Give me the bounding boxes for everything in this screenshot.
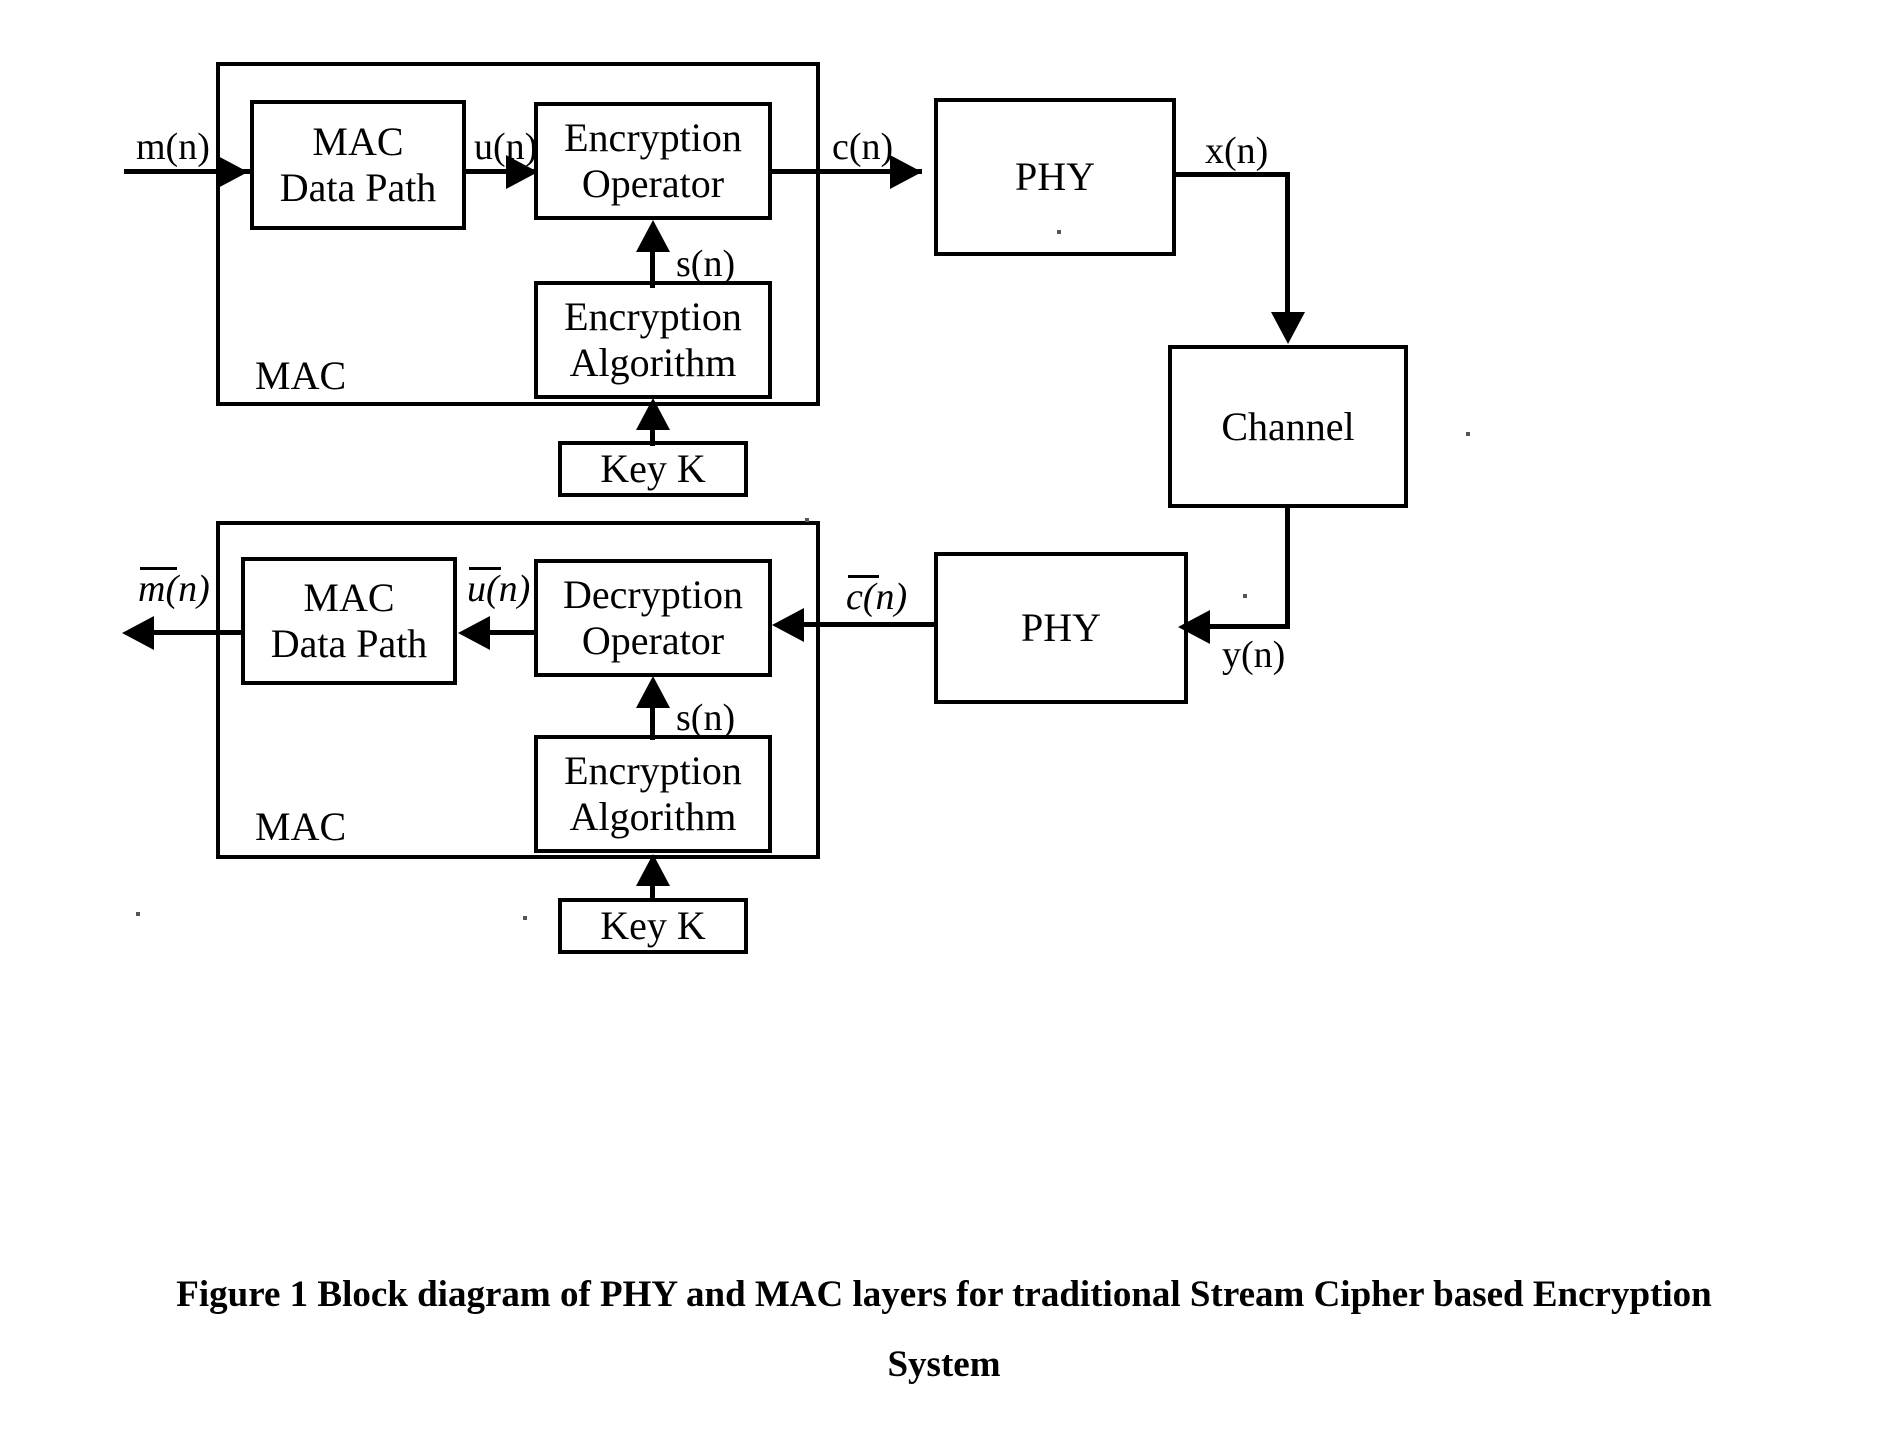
rx-encryption-algorithm-label: Encryption Algorithm	[564, 748, 742, 839]
tx-key-label: Key K	[600, 446, 706, 491]
rx-phy-box[interactable]: PHY	[934, 552, 1188, 704]
channel-label: Channel	[1221, 403, 1355, 449]
rx-c-line	[790, 622, 936, 627]
tx-key-arrowhead	[636, 398, 670, 430]
rx-signal-m-label: m(n)	[138, 567, 210, 610]
tx-signal-x-label: x(n)	[1205, 130, 1269, 172]
rx-mac-data-path-label: MAC Data Path	[270, 575, 428, 666]
rx-signal-u-label: u(n)	[467, 567, 531, 610]
tx-input-arrowhead	[216, 155, 248, 189]
tx-mac-data-path-box[interactable]: MAC Data Path	[250, 100, 466, 230]
rx-decryption-operator-label: Decryption Operator	[563, 572, 743, 663]
scan-speck	[523, 916, 527, 920]
rx-signal-c-label: c(n)	[846, 575, 908, 618]
rx-mac-data-path-box[interactable]: MAC Data Path	[241, 557, 457, 685]
rx-phy-label: PHY	[1020, 605, 1102, 650]
rx-signal-m-text: m(n)	[138, 567, 210, 610]
tx-encryption-operator-box[interactable]: Encryption Operator	[534, 102, 772, 220]
rx-c-arrowhead	[772, 608, 804, 642]
rx-signal-u-text: u(n)	[467, 567, 531, 610]
tx-x-line-v	[1285, 172, 1290, 322]
tx-signal-c-label: c(n)	[832, 126, 894, 168]
tx-encryption-algorithm-box[interactable]: Encryption Algorithm	[534, 281, 772, 399]
tx-mac-label: MAC	[255, 353, 347, 398]
figure-caption-line-1: Figure 1 Block diagram of PHY and MAC la…	[176, 1274, 1712, 1315]
figure-caption: Figure 1 Block diagram of PHY and MAC la…	[0, 1260, 1888, 1401]
rx-signal-c-text: c(n)	[846, 575, 908, 618]
rx-s-arrowhead	[636, 676, 670, 708]
rx-signal-y-label: y(n)	[1222, 634, 1286, 676]
tx-x-line-h	[1176, 172, 1290, 177]
scan-speck	[1057, 230, 1061, 234]
rx-encryption-algorithm-box[interactable]: Encryption Algorithm	[534, 735, 772, 853]
rx-key-box[interactable]: Key K	[558, 898, 748, 954]
tx-c-arrowhead	[890, 155, 922, 189]
rx-y-line-v	[1285, 505, 1290, 629]
rx-output-arrowhead	[122, 616, 154, 650]
scan-speck	[136, 912, 140, 916]
tx-phy-box[interactable]: PHY	[934, 98, 1176, 256]
tx-encryption-algorithm-label: Encryption Algorithm	[564, 294, 742, 385]
channel-box[interactable]: Channel	[1168, 345, 1408, 508]
scan-speck	[1243, 594, 1247, 598]
rx-key-label: Key K	[600, 903, 706, 948]
scan-speck	[805, 518, 809, 522]
scan-speck	[1466, 432, 1470, 436]
tx-encryption-operator-label: Encryption Operator	[564, 115, 742, 206]
rx-u-arrowhead	[458, 616, 490, 650]
rx-output-line	[150, 630, 244, 635]
figure-caption-line-2: System	[887, 1344, 1001, 1386]
rx-key-arrowhead	[636, 854, 670, 886]
tx-signal-m-label: m(n)	[136, 126, 210, 168]
tx-signal-u-label: u(n)	[474, 126, 538, 168]
rx-decryption-operator-box[interactable]: Decryption Operator	[534, 559, 772, 677]
tx-phy-label: PHY	[1014, 154, 1096, 199]
tx-x-arrowhead	[1271, 312, 1305, 344]
tx-key-box[interactable]: Key K	[558, 441, 748, 497]
tx-signal-s-label: s(n)	[676, 243, 736, 285]
tx-s-arrowhead	[636, 220, 670, 252]
rx-signal-s-label: s(n)	[676, 697, 736, 739]
rx-mac-label: MAC	[255, 804, 347, 849]
tx-mac-data-path-label: MAC Data Path	[279, 119, 437, 210]
figure-canvas: MAC MAC Data Path Encryption Operator En…	[0, 0, 1888, 1447]
